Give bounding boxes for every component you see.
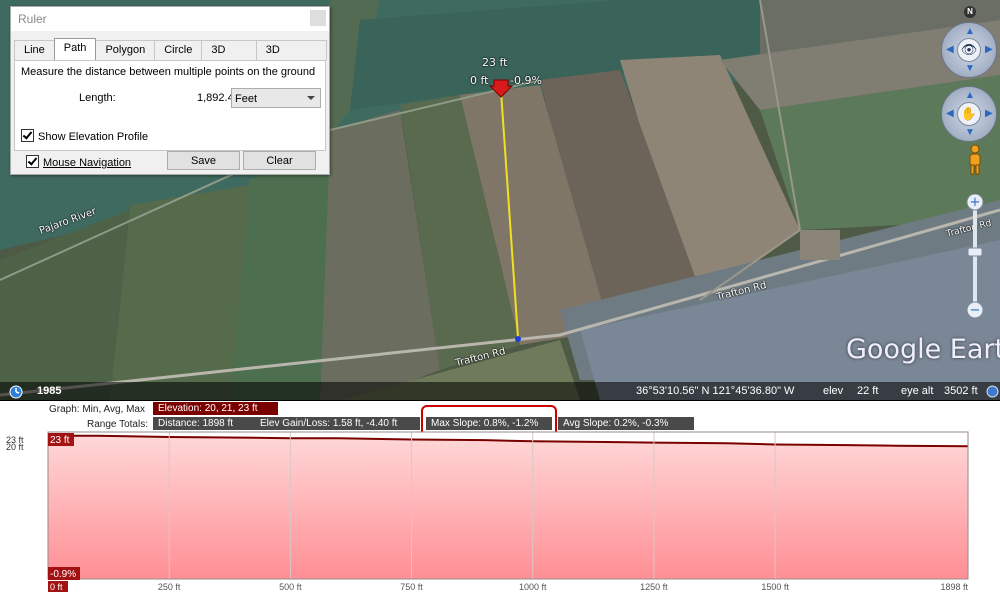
- checkbox-checked-icon[interactable]: [21, 129, 34, 142]
- ruler-description: Measure the distance between multiple po…: [21, 66, 316, 78]
- unit-select-value: Feet: [235, 93, 258, 105]
- elevation-profile-chart[interactable]: 0 ft 250 ft 500 ft 750 ft 1000 ft 1250 ft 1500…: [0, 401, 1000, 592]
- close-button[interactable]: [310, 10, 326, 26]
- y-axis-label-bottom: 20 ft: [6, 442, 24, 452]
- checkbox-checked-icon[interactable]: [26, 155, 39, 168]
- eye-icon[interactable]: 👁: [957, 38, 981, 62]
- max-elevation-label: 23 ft: [50, 435, 70, 446]
- x-tick-label: 500 ft: [279, 582, 302, 592]
- elev-value: 22 ft: [857, 385, 879, 397]
- ruler-path-panel: Measure the distance between multiple po…: [14, 60, 326, 151]
- historical-imagery-clock-icon[interactable]: [9, 385, 23, 399]
- elevation-profile-panel[interactable]: Graph: Min, Avg, Max Elevation: 20, 21, …: [0, 401, 1000, 592]
- chevron-down-icon: [307, 96, 315, 100]
- imagery-year: 1985: [37, 385, 62, 397]
- hand-icon[interactable]: ✋: [957, 102, 981, 126]
- length-label: Length:: [79, 92, 116, 104]
- x-tick-label: 250 ft: [158, 582, 181, 592]
- tab-3d-path[interactable]: 3D path: [201, 40, 257, 75]
- look-left-arrow-icon[interactable]: ◀: [946, 44, 954, 55]
- ruler-dialog: Ruler Line Path Polygon Circle 3D path 3…: [10, 6, 330, 175]
- svg-text:−: −: [970, 303, 981, 318]
- tab-line[interactable]: Line: [14, 40, 55, 60]
- look-control[interactable]: N ▲ ▼ ◀ ▶ 👁: [941, 6, 997, 78]
- unit-select[interactable]: Feet: [231, 88, 321, 108]
- ruler-tabs: Line Path Polygon Circle 3D path 3D poly…: [14, 38, 327, 75]
- tab-circle[interactable]: Circle: [154, 40, 203, 60]
- zoom-slider[interactable]: + −: [966, 193, 984, 319]
- clear-button[interactable]: Clear: [243, 151, 316, 170]
- mouse-navigation-label: Mouse Navigation: [43, 157, 132, 169]
- coordinates-readout: 36°53'10.56" N 121°45'36.80" W: [636, 385, 795, 397]
- x-tick-label: 750 ft: [400, 582, 423, 592]
- eye-alt-label: eye alt: [901, 385, 934, 397]
- svg-text:+: +: [970, 195, 981, 210]
- move-up-arrow-icon[interactable]: ▲: [965, 90, 975, 101]
- compass-north-icon[interactable]: N: [964, 6, 976, 18]
- path-end-point: [515, 336, 521, 342]
- look-down-arrow-icon[interactable]: ▼: [965, 63, 975, 74]
- look-right-arrow-icon[interactable]: ▶: [985, 44, 993, 55]
- move-right-arrow-icon[interactable]: ▶: [985, 108, 993, 119]
- x-tick-label: 1898 ft: [940, 582, 968, 592]
- move-control[interactable]: ▲ ▼ ◀ ▶ ✋: [941, 86, 997, 142]
- eye-alt-value: 3502 ft: [944, 385, 978, 397]
- tab-path[interactable]: Path: [53, 38, 97, 61]
- move-left-arrow-icon[interactable]: ◀: [946, 108, 954, 119]
- mouse-navigation-checkbox[interactable]: Mouse Navigation: [26, 155, 131, 169]
- path-label-left: 0 ft: [470, 74, 489, 87]
- show-elevation-profile-label: Show Elevation Profile: [38, 131, 149, 143]
- x-tick-label: 0 ft: [50, 582, 63, 592]
- path-label-right: -0.9%: [510, 74, 542, 87]
- pegman-icon[interactable]: [966, 144, 984, 176]
- path-label-top: 23 ft: [482, 56, 508, 69]
- x-tick-label: 1500 ft: [761, 582, 789, 592]
- satellite-map-view[interactable]: 23 ft 0 ft -0.9% Pajaro River Trafton Rd…: [0, 0, 1000, 400]
- look-up-arrow-icon[interactable]: ▲: [965, 26, 975, 37]
- save-button[interactable]: Save: [167, 151, 240, 170]
- tab-3d-polygon[interactable]: 3D polygon: [255, 40, 327, 75]
- ruler-titlebar[interactable]: Ruler: [11, 7, 329, 31]
- x-tick-label: 1250 ft: [640, 582, 668, 592]
- x-tick-label: 1000 ft: [519, 582, 547, 592]
- elevation-area: [48, 435, 968, 579]
- ruler-title: Ruler: [18, 12, 47, 26]
- google-earth-watermark: Google Earth: [846, 334, 1000, 365]
- status-bar: 1985 36°53'10.56" N 121°45'36.80" W elev…: [0, 382, 1000, 400]
- show-elevation-profile-checkbox[interactable]: Show Elevation Profile: [21, 129, 148, 143]
- earth-status-icon: [986, 385, 999, 398]
- elev-label: elev: [823, 385, 844, 397]
- move-down-arrow-icon[interactable]: ▼: [965, 127, 975, 138]
- tab-polygon[interactable]: Polygon: [95, 40, 156, 60]
- cursor-slope-label: -0.9%: [50, 569, 76, 580]
